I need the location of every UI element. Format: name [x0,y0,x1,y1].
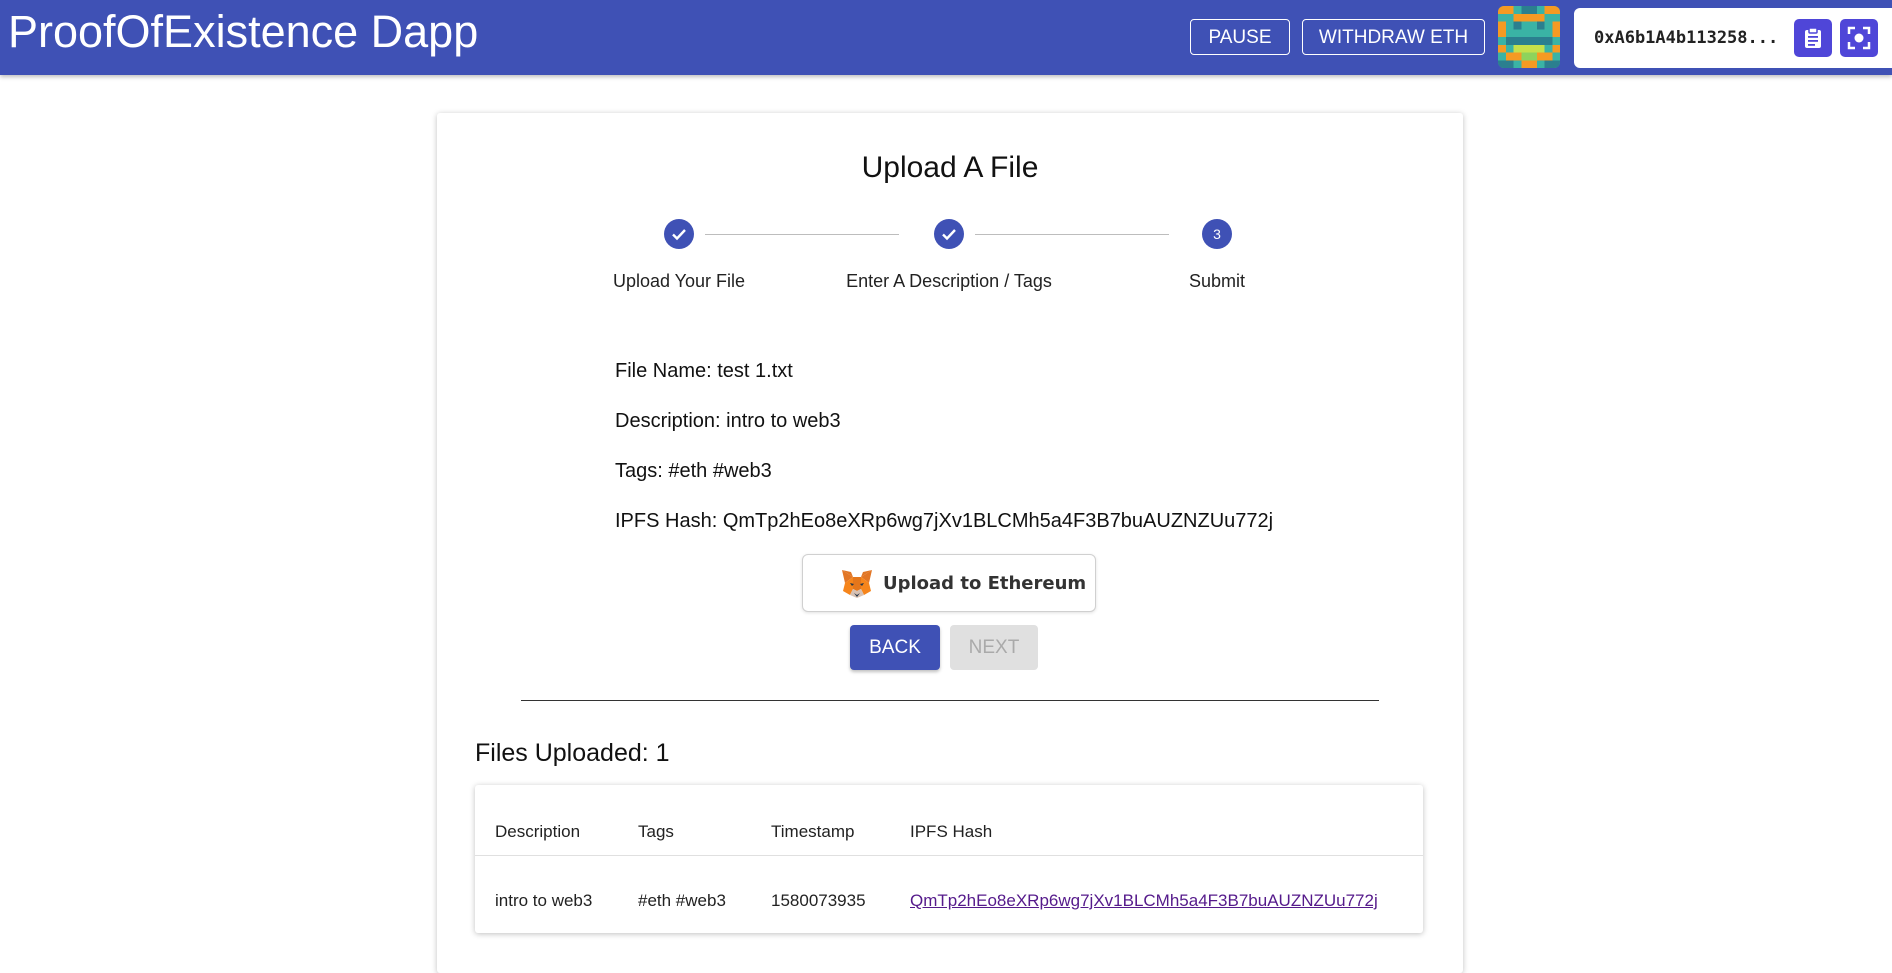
files-uploaded-heading: Files Uploaded: 1 [475,739,670,767]
cell-tags: #eth #web3 [638,891,726,910]
copy-address-button[interactable] [1794,19,1832,57]
cell-description: intro to web3 [495,891,593,910]
step-label-submit: Submit [1188,271,1246,291]
scan-icon [1847,26,1871,50]
app-title: ProofOfExistence Dapp [8,6,479,57]
scan-qr-button[interactable] [1840,19,1878,57]
step-1-check-icon [664,219,694,249]
ipfs-hash-text: IPFS Hash: QmTp2hEo8eXRp6wg7jXv1BLCMh5a4… [615,510,1274,532]
clipboard-icon [1805,27,1821,48]
wallet-address[interactable]: 0xA6b1A4b113258... [1594,8,1778,68]
app-bar: ProofOfExistence Dapp PAUSE WITHDRAW ETH [0,0,1892,75]
table-row-separator [475,855,1423,856]
step-2-check-icon [934,219,964,249]
step-3-number: 3 [1202,219,1232,249]
tags-text: Tags: #eth #web3 [615,460,772,482]
description-text: Description: intro to web3 [615,410,841,432]
column-header-ipfs-hash: IPFS Hash [910,822,993,841]
pause-button[interactable]: PAUSE [1190,19,1290,55]
account-avatar[interactable] [1498,6,1560,68]
back-button[interactable]: BACK [850,625,940,670]
step-connector-2 [975,234,1169,235]
step-connector-1 [705,234,899,235]
wallet-address-box: 0xA6b1A4b113258... [1574,8,1892,68]
column-header-timestamp: Timestamp [771,822,855,841]
withdraw-eth-button[interactable]: WITHDRAW ETH [1302,19,1485,55]
upload-card: Upload A File 3 Upload Your File Enter A… [437,113,1463,973]
metamask-fox-icon [842,570,872,598]
cell-ipfs-hash-link[interactable]: QmTp2hEo8eXRp6wg7jXv1BLCMh5a4F3B7buAUZNZ… [910,891,1378,911]
upload-to-ethereum-label: Upload to Ethereum [883,573,1087,594]
cell-timestamp: 1580073935 [771,891,866,910]
files-table: Description Tags Timestamp IPFS Hash int… [475,785,1423,933]
step-label-upload: Upload Your File [612,271,746,291]
next-button-disabled: NEXT [950,625,1038,670]
column-header-description: Description [495,822,581,841]
upload-title: Upload A File [861,151,1039,184]
section-divider [521,700,1379,701]
column-header-tags: Tags [638,822,674,841]
upload-to-ethereum-button[interactable]: Upload to Ethereum [802,554,1096,612]
step-label-description: Enter A Description / Tags [846,271,1052,291]
file-name-text: File Name: test 1.txt [615,360,793,382]
